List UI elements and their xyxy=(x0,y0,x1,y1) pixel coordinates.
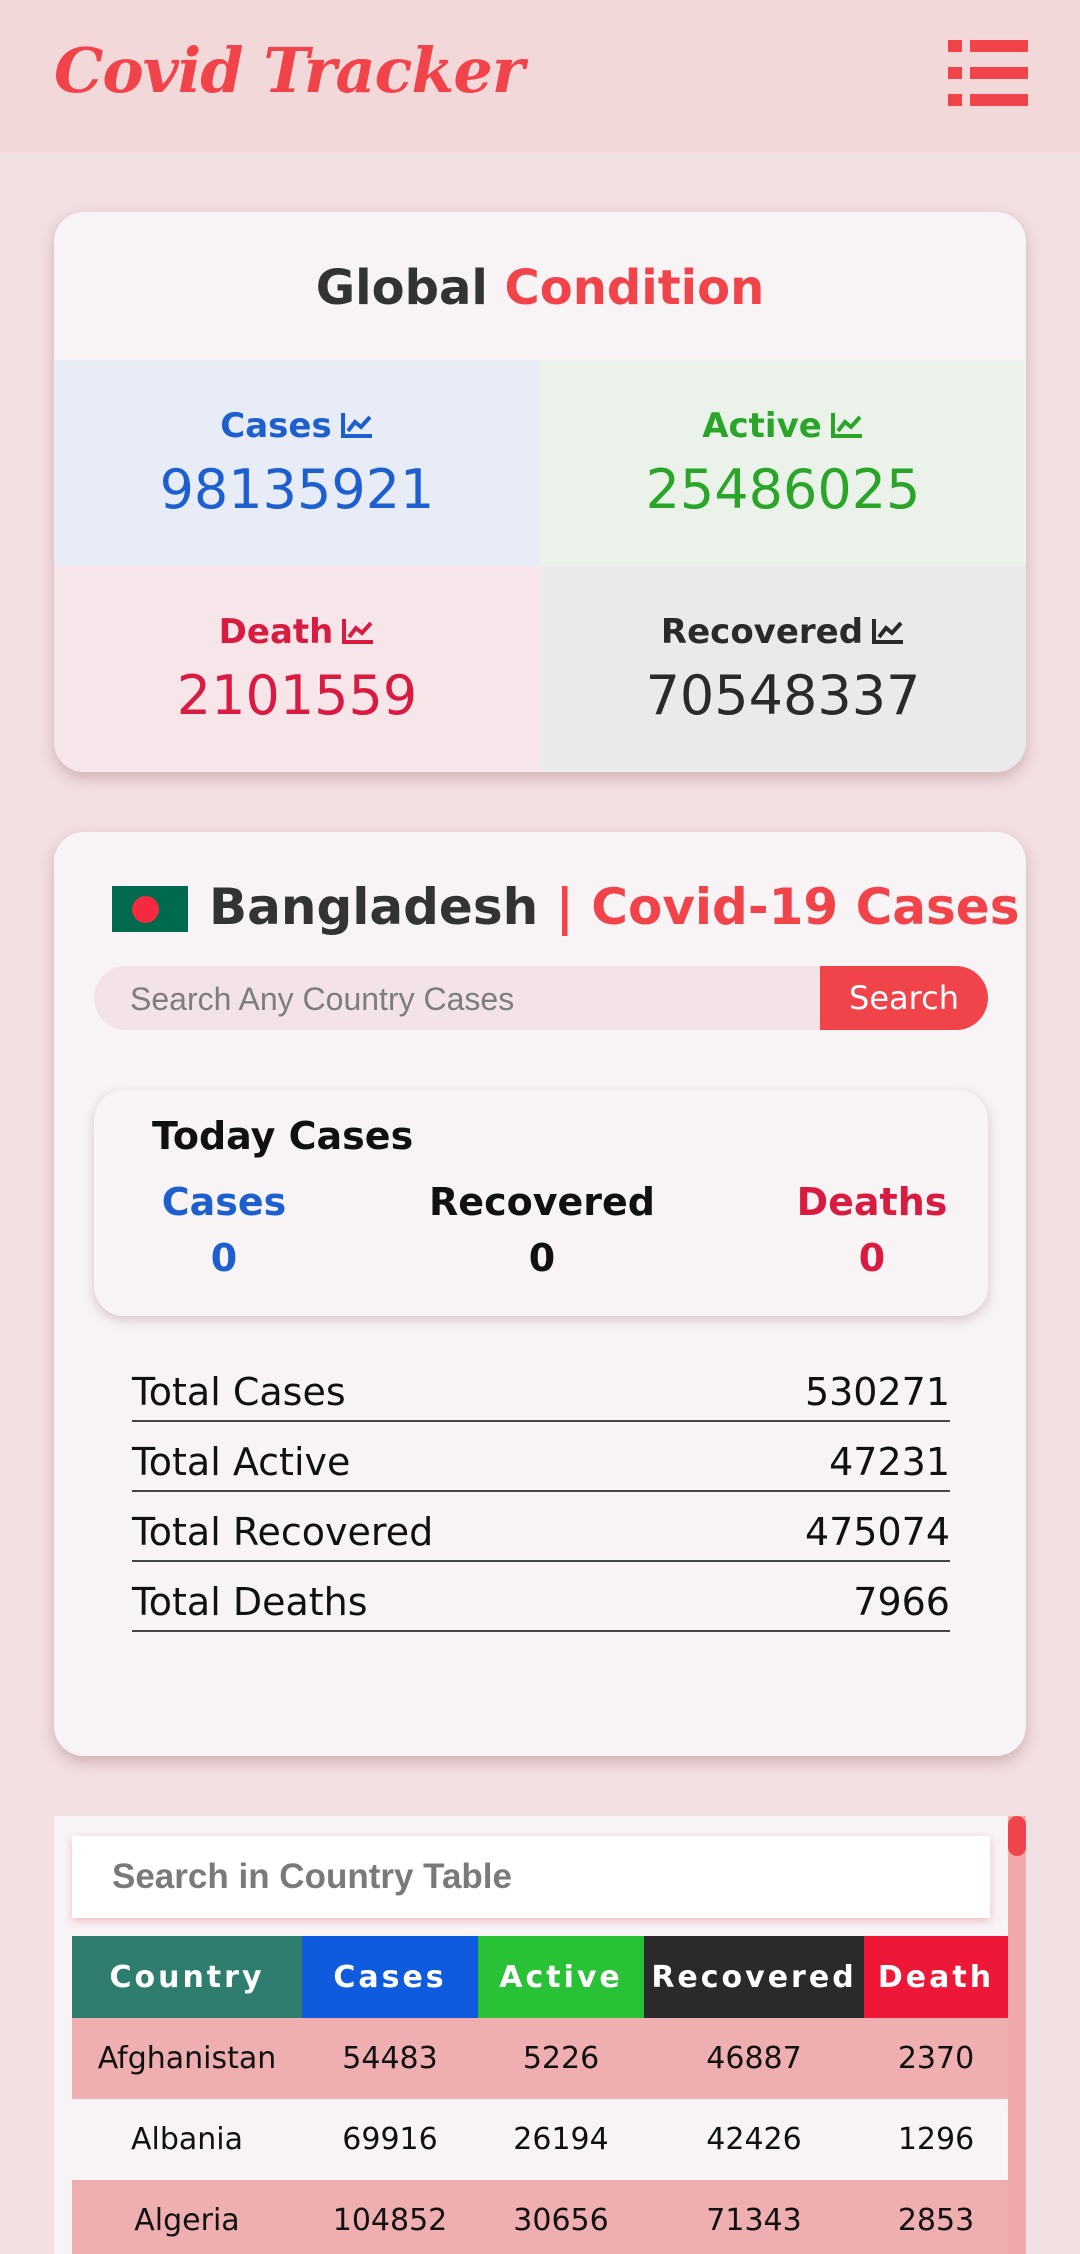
country-search: Search xyxy=(94,966,988,1032)
global-death-cell: Death 2101559 xyxy=(54,566,540,772)
today-cases-card: Today Cases Cases 0 Recovered 0 Deaths 0 xyxy=(94,1090,988,1316)
scrollbar-thumb[interactable] xyxy=(1008,1816,1026,1856)
today-deaths-col: Deaths 0 xyxy=(742,1180,1002,1280)
total-active-label: Total Active xyxy=(132,1440,351,1484)
th-active[interactable]: Active xyxy=(478,1936,644,2018)
today-cases-col: Cases 0 xyxy=(94,1180,354,1280)
global-active-cell: Active 25486025 xyxy=(540,360,1026,566)
total-deaths-row: Total Deaths 7966 xyxy=(132,1562,950,1632)
chart-line-icon xyxy=(872,619,904,644)
total-cases-row: Total Cases 530271 xyxy=(132,1352,950,1422)
global-recovered-value: 70548337 xyxy=(645,664,921,727)
country-search-input[interactable] xyxy=(94,966,832,1032)
cell-country: Albania xyxy=(72,2099,302,2180)
cell-active: 30656 xyxy=(478,2180,644,2254)
total-cases-value: 530271 xyxy=(804,1370,950,1414)
th-death[interactable]: Death xyxy=(864,1936,1008,2018)
total-active-row: Total Active 47231 xyxy=(132,1422,950,1492)
table-row[interactable]: Albania 69916 26194 42426 1296 xyxy=(72,2099,1008,2180)
chart-line-icon xyxy=(340,413,372,438)
country-table-panel: Country Cases Active Recovered Death Afg… xyxy=(54,1816,1026,2254)
global-title-highlight: Condition xyxy=(504,260,765,316)
country-totals-list: Total Cases 530271 Total Active 47231 To… xyxy=(132,1352,950,1632)
total-deaths-label: Total Deaths xyxy=(132,1580,368,1624)
today-cases-value: 0 xyxy=(210,1236,238,1280)
total-active-value: 47231 xyxy=(829,1440,950,1484)
cell-recovered: 46887 xyxy=(644,2018,864,2099)
cell-country: Algeria xyxy=(72,2180,302,2254)
country-title: Bangladesh | Covid-19 Cases xyxy=(209,878,1019,936)
cell-cases: 54483 xyxy=(302,2018,478,2099)
cell-country: Afghanistan xyxy=(72,2018,302,2099)
country-title-suffix: | Covid-19 Cases xyxy=(555,878,1020,936)
global-death-label: Death xyxy=(54,612,540,652)
global-recovered-label: Recovered xyxy=(540,612,1026,652)
cell-active: 26194 xyxy=(478,2099,644,2180)
cell-death: 1296 xyxy=(864,2099,1008,2180)
cell-death: 2370 xyxy=(864,2018,1008,2099)
global-active-label: Active xyxy=(540,406,1026,446)
chart-line-icon xyxy=(830,413,862,438)
cell-recovered: 71343 xyxy=(644,2180,864,2254)
th-country[interactable]: Country xyxy=(72,1936,302,2018)
table-scrollbar[interactable] xyxy=(1008,1816,1026,2254)
global-cases-cell: Cases 98135921 xyxy=(54,360,540,566)
app-title: Covid Tracker xyxy=(54,34,524,107)
th-cases[interactable]: Cases xyxy=(302,1936,478,2018)
table-row[interactable]: Algeria 104852 30656 71343 2853 xyxy=(72,2180,1008,2254)
hamburger-list-icon[interactable] xyxy=(948,40,1028,106)
total-recovered-label: Total Recovered xyxy=(132,1510,434,1554)
table-search xyxy=(72,1836,990,1918)
global-recovered-cell: Recovered 70548337 xyxy=(540,566,1026,772)
country-card: Bangladesh | Covid-19 Cases Search Today… xyxy=(54,832,1026,1756)
total-recovered-value: 475074 xyxy=(804,1510,950,1554)
cell-cases: 104852 xyxy=(302,2180,478,2254)
country-name: Bangladesh xyxy=(209,878,539,936)
global-cases-label: Cases xyxy=(54,406,540,446)
app-header: Covid Tracker xyxy=(0,0,1080,152)
table-search-input[interactable] xyxy=(72,1836,990,1918)
cell-recovered: 42426 xyxy=(644,2099,864,2180)
total-recovered-row: Total Recovered 475074 xyxy=(132,1492,950,1562)
global-condition-card: Global Condition Cases 98135921 Active 2… xyxy=(54,212,1026,772)
table-row[interactable]: Afghanistan 54483 5226 46887 2370 xyxy=(72,2018,1008,2099)
cell-cases: 69916 xyxy=(302,2099,478,2180)
country-table: Country Cases Active Recovered Death Afg… xyxy=(72,1936,1008,2254)
today-deaths-label: Deaths xyxy=(796,1180,948,1224)
global-cases-value: 98135921 xyxy=(159,458,435,521)
global-title: Global Condition xyxy=(54,260,1026,316)
global-active-value: 25486025 xyxy=(645,458,921,521)
th-recovered[interactable]: Recovered xyxy=(644,1936,864,2018)
today-recovered-col: Recovered 0 xyxy=(412,1180,672,1280)
today-cases-label: Cases xyxy=(161,1180,287,1224)
table-header-row: Country Cases Active Recovered Death xyxy=(72,1936,1008,2018)
bangladesh-flag-icon xyxy=(112,886,188,932)
global-death-value: 2101559 xyxy=(176,664,418,727)
today-deaths-value: 0 xyxy=(858,1236,886,1280)
today-cases-title: Today Cases xyxy=(152,1114,414,1158)
cell-active: 5226 xyxy=(478,2018,644,2099)
total-deaths-value: 7966 xyxy=(853,1580,950,1624)
total-cases-label: Total Cases xyxy=(132,1370,346,1414)
cell-death: 2853 xyxy=(864,2180,1008,2254)
global-title-prefix: Global xyxy=(315,260,488,316)
search-button[interactable]: Search xyxy=(820,966,988,1030)
chart-line-icon xyxy=(342,619,374,644)
today-recovered-label: Recovered xyxy=(429,1180,655,1224)
today-recovered-value: 0 xyxy=(528,1236,556,1280)
